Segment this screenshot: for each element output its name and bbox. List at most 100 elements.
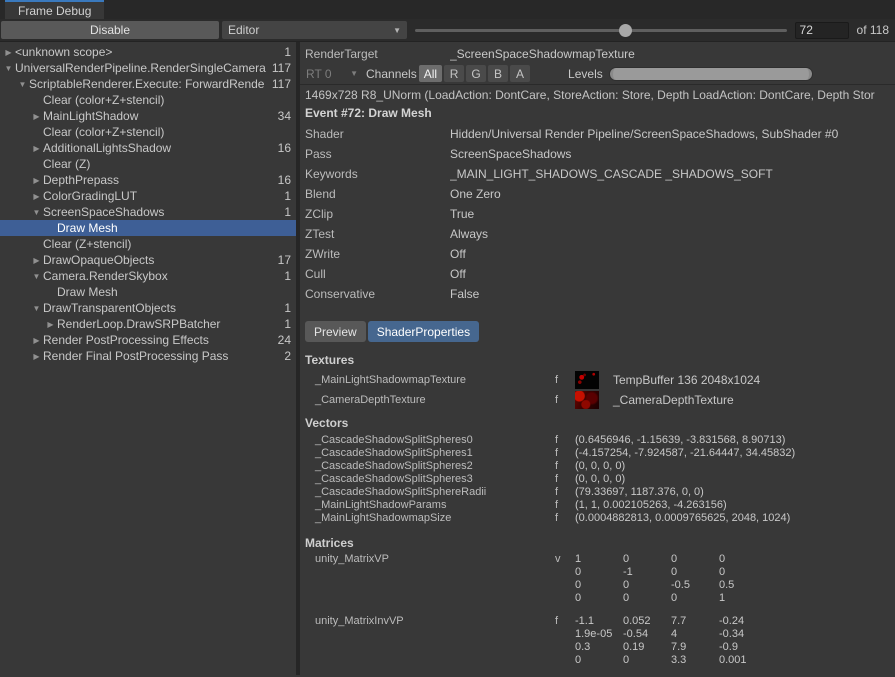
- tree-row-draw-count: 34: [266, 109, 296, 123]
- vectors-list: _CascadeShadowSplitSpheres0 f (0.6456946…: [300, 433, 895, 524]
- tree-row[interactable]: Draw Mesh: [0, 284, 296, 300]
- channel-button-r[interactable]: R: [444, 65, 464, 82]
- tree-row[interactable]: ▼ UniversalRenderPipeline.RenderSingleCa…: [0, 60, 296, 76]
- texture-thumbnail[interactable]: [575, 391, 599, 409]
- vector-value: (0.0004882813, 0.0009765625, 2048, 1024): [575, 512, 895, 524]
- foldout-arrow-icon[interactable]: ▼: [30, 304, 43, 313]
- matrix-cell: -0.9: [719, 641, 767, 654]
- render-target-value: _ScreenSpaceShadowmapTexture: [450, 47, 895, 63]
- foldout-arrow-icon[interactable]: ▶: [30, 176, 43, 185]
- event-tree: ▶ <unknown scope> 1 ▼ UniversalRenderPip…: [0, 42, 296, 675]
- tree-row-draw-count: 17: [266, 253, 296, 267]
- matrix-row: 0001: [575, 592, 767, 605]
- levels-minmax-bar[interactable]: [610, 68, 812, 80]
- property-row: ZTest Always: [300, 224, 895, 244]
- tree-row-label: ScriptableRenderer.Execute: ForwardRende: [29, 77, 266, 91]
- texture-type: f: [555, 374, 575, 386]
- property-label: ZWrite: [300, 247, 450, 261]
- property-value: _MAIN_LIGHT_SHADOWS_CASCADE _SHADOWS_SOF…: [450, 167, 895, 181]
- matrix-block: unity_MatrixInvVP f -1.10.0527.7-0.241.9…: [300, 615, 895, 667]
- vector-type: f: [555, 486, 575, 498]
- vector-name: _CascadeShadowSplitSpheres2: [300, 460, 555, 472]
- event-slider-thumb[interactable]: [619, 24, 632, 37]
- event-slider-track[interactable]: [415, 29, 787, 32]
- foldout-arrow-icon[interactable]: ▶: [2, 48, 15, 57]
- tab-preview[interactable]: Preview: [305, 321, 366, 342]
- foldout-arrow-icon[interactable]: ▼: [2, 64, 15, 73]
- tree-row[interactable]: ▶ AdditionalLightsShadow 16: [0, 140, 296, 156]
- tree-row[interactable]: ▶ <unknown scope> 1: [0, 44, 296, 60]
- foldout-arrow-icon[interactable]: ▶: [30, 112, 43, 121]
- foldout-arrow-icon[interactable]: ▼: [30, 208, 43, 217]
- tree-row[interactable]: Clear (Z+stencil): [0, 236, 296, 252]
- channels-label: Channels: [366, 67, 417, 81]
- tree-row[interactable]: Clear (color+Z+stencil): [0, 92, 296, 108]
- channel-button-b[interactable]: B: [488, 65, 508, 82]
- tree-row[interactable]: ▶ RenderLoop.DrawSRPBatcher 1: [0, 316, 296, 332]
- tree-row[interactable]: ▼ Camera.RenderSkybox 1: [0, 268, 296, 284]
- matrix-cell: -0.34: [719, 628, 767, 641]
- matrix-name: unity_MatrixVP: [300, 553, 555, 566]
- tree-row-label: DrawOpaqueObjects: [43, 253, 266, 267]
- property-value: One Zero: [450, 187, 895, 201]
- disable-button[interactable]: Disable: [1, 21, 219, 39]
- texture-thumbnail[interactable]: [575, 371, 599, 389]
- channel-button-g[interactable]: G: [466, 65, 486, 82]
- vector-name: _MainLightShadowmapSize: [300, 512, 555, 524]
- tree-row[interactable]: ▶ MainLightShadow 34: [0, 108, 296, 124]
- matrix-block: unity_MatrixVP v 10000-10000-0.50.50001: [300, 553, 895, 605]
- vector-row: _CascadeShadowSplitSpheres0 f (0.6456946…: [300, 433, 895, 446]
- tree-row[interactable]: ▶ DrawOpaqueObjects 17: [0, 252, 296, 268]
- vector-type: f: [555, 499, 575, 511]
- tab-frame-debug-label: Frame Debug: [18, 4, 91, 18]
- foldout-arrow-icon[interactable]: ▶: [44, 320, 57, 329]
- event-slider[interactable]: [415, 21, 787, 39]
- tree-row[interactable]: ▶ Render Final PostProcessing Pass 2: [0, 348, 296, 364]
- channel-button-a[interactable]: A: [510, 65, 530, 82]
- tree-row-label: MainLightShadow: [43, 109, 266, 123]
- property-label: ZTest: [300, 227, 450, 241]
- tree-row-label: DrawTransparentObjects: [43, 301, 266, 315]
- vector-value: (0, 0, 0, 0): [575, 473, 895, 485]
- vector-value: (79.33697, 1187.376, 0, 0): [575, 486, 895, 498]
- tree-row[interactable]: ▶ DepthPrepass 16: [0, 172, 296, 188]
- foldout-arrow-icon[interactable]: ▶: [30, 336, 43, 345]
- channel-button-all[interactable]: All: [419, 65, 442, 82]
- matrix-cell: 0: [623, 592, 671, 605]
- tree-row[interactable]: Draw Mesh: [0, 220, 296, 236]
- tree-row[interactable]: Clear (color+Z+stencil): [0, 124, 296, 140]
- foldout-arrow-icon[interactable]: ▶: [30, 352, 43, 361]
- property-label: ZClip: [300, 207, 450, 221]
- matrix-cell: 4: [671, 628, 719, 641]
- matrix-row: 003.30.001: [575, 654, 767, 667]
- foldout-arrow-icon[interactable]: ▼: [30, 272, 43, 281]
- target-dropdown[interactable]: Editor ▼: [222, 21, 407, 39]
- vectors-section-header: Vectors: [300, 416, 895, 431]
- property-label: Conservative: [300, 287, 450, 301]
- tree-row[interactable]: ▼ ScreenSpaceShadows 1: [0, 204, 296, 220]
- disable-button-label: Disable: [90, 23, 130, 37]
- tree-row-label: Camera.RenderSkybox: [43, 269, 266, 283]
- channel-button-group: All R G B A: [417, 65, 530, 82]
- foldout-arrow-icon[interactable]: ▶: [30, 144, 43, 153]
- tree-row[interactable]: Clear (Z): [0, 156, 296, 172]
- foldout-arrow-icon[interactable]: ▼: [16, 80, 29, 89]
- event-number-field[interactable]: [795, 22, 849, 39]
- tree-row-label: Clear (Z+stencil): [43, 237, 266, 251]
- matrix-cell: 0.5: [719, 579, 767, 592]
- tab-frame-debug[interactable]: Frame Debug: [5, 0, 104, 19]
- tree-row[interactable]: ▼ DrawTransparentObjects 1: [0, 300, 296, 316]
- event-properties: Shader Hidden/Universal Render Pipeline/…: [300, 124, 895, 304]
- tab-shaderproperties[interactable]: ShaderProperties: [368, 321, 479, 342]
- vector-name: _CascadeShadowSplitSpheres1: [300, 447, 555, 459]
- levels-minmax-slider[interactable]: [609, 67, 813, 81]
- tree-row[interactable]: ▶ Render PostProcessing Effects 24: [0, 332, 296, 348]
- rt-index-dropdown[interactable]: RT 0 ▼: [304, 66, 360, 82]
- property-label: Keywords: [300, 167, 450, 181]
- tree-row[interactable]: ▼ ScriptableRenderer.Execute: ForwardRen…: [0, 76, 296, 92]
- matrix-cell: 0.001: [719, 654, 767, 667]
- foldout-arrow-icon[interactable]: ▶: [30, 256, 43, 265]
- tree-row[interactable]: ▶ ColorGradingLUT 1: [0, 188, 296, 204]
- foldout-arrow-icon[interactable]: ▶: [30, 192, 43, 201]
- event-detail-panel: RenderTarget _ScreenSpaceShadowmapTextur…: [300, 42, 895, 675]
